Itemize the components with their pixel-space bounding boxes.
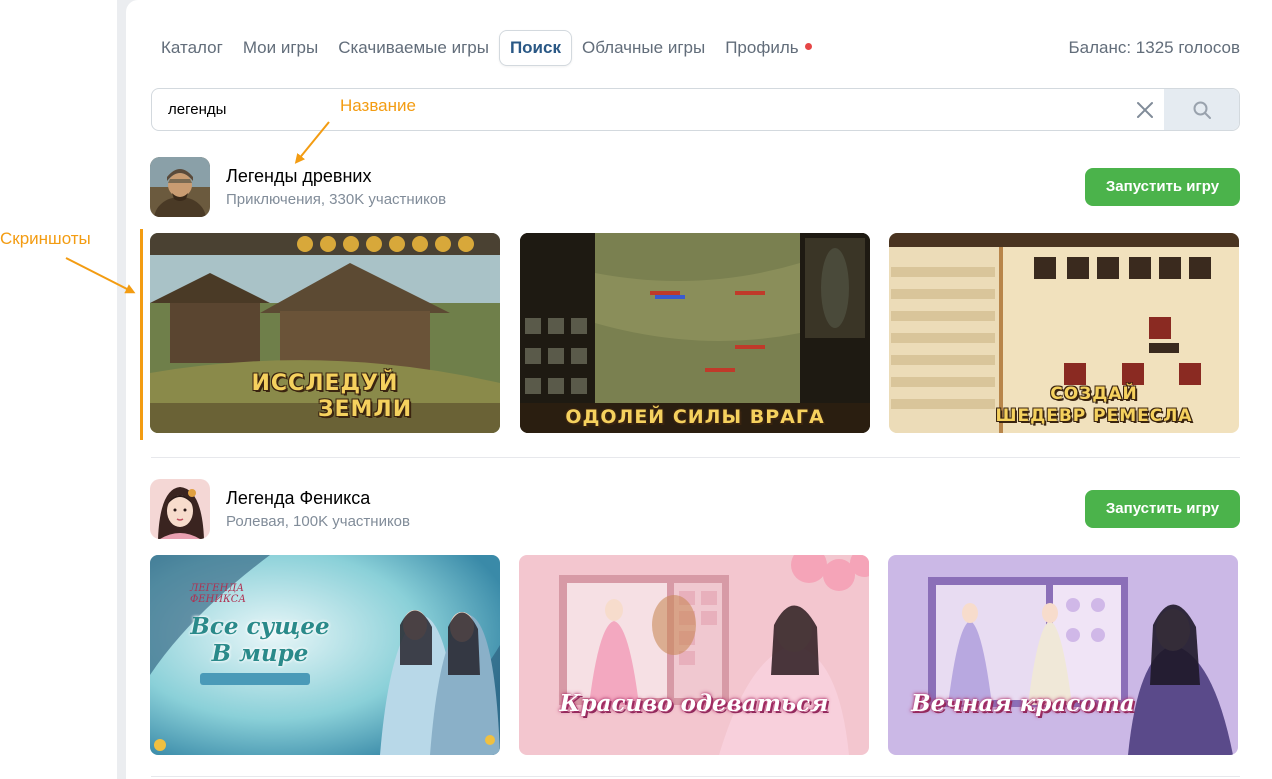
tab-profile[interactable]: Профиль bbox=[715, 30, 821, 66]
screenshot-caption: ЗЕМЛИ bbox=[317, 397, 413, 422]
tab-catalog[interactable]: Каталог bbox=[151, 30, 233, 66]
game-subtitle: Приключения, 330K участников bbox=[226, 191, 447, 208]
screenshot-caption: СОЗДАЙ bbox=[1050, 384, 1138, 404]
screenshot-caption: Красиво одеваться bbox=[559, 690, 829, 717]
clear-search-button[interactable] bbox=[1124, 89, 1166, 130]
screenshot[interactable]: ЛЕГЕНДА ФЕНИКСА Все сущее В мире bbox=[150, 555, 500, 755]
annotation-bracket bbox=[140, 229, 143, 440]
screenshot[interactable]: Красиво одеваться bbox=[519, 555, 869, 755]
search-input[interactable] bbox=[152, 89, 1127, 130]
screenshot[interactable]: ОДОЛЕЙ СИЛЫ ВРАГА bbox=[520, 233, 870, 433]
section-divider bbox=[151, 776, 1240, 777]
screenshot[interactable]: СОЗДАЙ ШЕДЕВР РЕМЕСЛА bbox=[889, 233, 1239, 433]
screenshot-caption: ИССЛЕДУЙ bbox=[251, 371, 399, 396]
screenshot-gallery: ЛЕГЕНДА ФЕНИКСА Все сущее В мире Красиво… bbox=[150, 555, 1240, 755]
screenshot-caption: В мире bbox=[211, 640, 309, 667]
launch-game-button[interactable]: Запустить игру bbox=[1085, 168, 1240, 206]
search-bar bbox=[151, 88, 1240, 131]
game-title[interactable]: Легенда Феникса bbox=[226, 488, 370, 509]
annotation-screenshots-label: Скриншоты bbox=[0, 229, 91, 248]
launch-game-button[interactable]: Запустить игру bbox=[1085, 490, 1240, 528]
game-avatar[interactable] bbox=[150, 479, 210, 539]
tab-bar: Каталог Мои игры Скачиваемые игры Поиск … bbox=[151, 30, 822, 66]
screenshot-caption: ШЕДЕВР РЕМЕСЛА bbox=[995, 406, 1193, 426]
screenshot-caption: Все сущее bbox=[190, 613, 330, 640]
tab-label: Скачиваемые игры bbox=[338, 38, 489, 57]
notification-dot bbox=[804, 43, 812, 51]
screenshot-caption: Вечная красота bbox=[911, 690, 1135, 717]
tab-label: Мои игры bbox=[242, 38, 319, 57]
screenshot-caption: ОДОЛЕЙ СИЛЫ ВРАГА bbox=[565, 406, 825, 428]
annotation-title-label: Название bbox=[340, 96, 416, 115]
screenshot[interactable]: Вечная красота bbox=[888, 555, 1238, 755]
section-divider bbox=[151, 457, 1240, 458]
close-icon bbox=[1137, 101, 1153, 118]
screenshot[interactable]: ИССЛЕДУЙ ЗЕМЛИ bbox=[150, 233, 500, 433]
game-avatar[interactable] bbox=[150, 157, 210, 217]
search-icon bbox=[1193, 101, 1211, 119]
tab-downloadable-games[interactable]: Скачиваемые игры bbox=[328, 30, 499, 66]
screenshot-gallery: ИССЛЕДУЙ ЗЕМЛИ ОДОЛЕЙ СИЛЫ ВРАГА СОЗДАЙ … bbox=[150, 233, 1240, 433]
game-title[interactable]: Легенды древних bbox=[226, 166, 371, 187]
tab-search[interactable]: Поиск bbox=[498, 30, 572, 66]
balance-text: Баланс: 1325 голосов bbox=[1068, 38, 1240, 57]
tab-label: Каталог bbox=[161, 38, 223, 57]
game-logo: ЛЕГЕНДА ФЕНИКСА bbox=[190, 583, 247, 605]
tab-label: Облачные игры bbox=[581, 38, 706, 57]
game-subtitle: Ролевая, 100K участников bbox=[226, 513, 410, 530]
search-button[interactable] bbox=[1164, 89, 1239, 130]
tab-label: Поиск bbox=[509, 38, 561, 57]
tab-my-games[interactable]: Мои игры bbox=[233, 30, 328, 66]
tab-label: Профиль bbox=[725, 38, 799, 57]
tab-cloud-games[interactable]: Облачные игры bbox=[572, 30, 715, 66]
